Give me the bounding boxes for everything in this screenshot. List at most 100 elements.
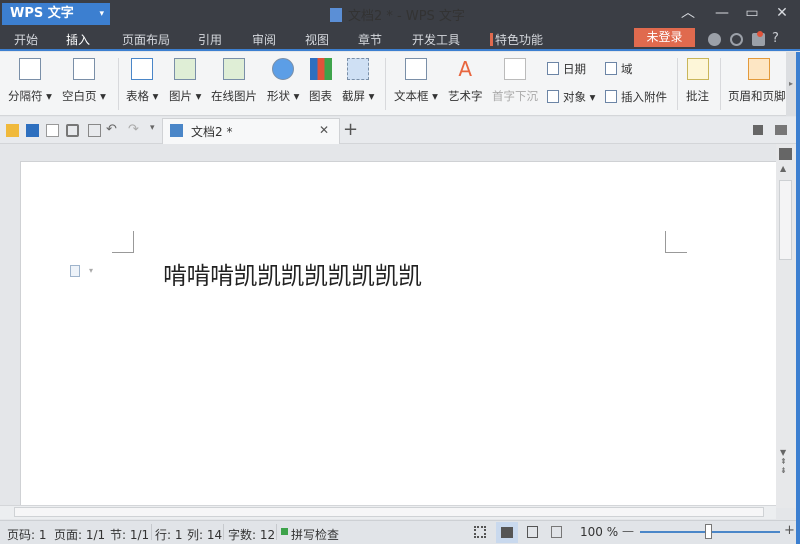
collapse-ribbon-button[interactable]: ︿ (676, 3, 700, 23)
document-tab[interactable] (162, 118, 340, 144)
status-pages[interactable]: 页面: 1/1 (54, 526, 105, 543)
label: 表格 ▾ (126, 89, 159, 103)
export-pdf-icon[interactable] (46, 124, 59, 137)
chart-button[interactable]: 图表 (309, 58, 332, 104)
comment-button[interactable]: 批注 (686, 58, 709, 104)
label: 页眉和页脚 (728, 89, 786, 103)
ribbon-scroll-right-button[interactable]: ▸ (786, 52, 796, 116)
field-button[interactable]: 域 (605, 61, 633, 77)
date-button[interactable]: 日期 (547, 61, 586, 77)
fullscreen-icon[interactable] (474, 526, 486, 538)
comment-icon (686, 58, 709, 80)
window-title: 文档2 * - WPS 文字 (330, 5, 465, 24)
sync-icon[interactable] (730, 33, 743, 46)
object-icon (547, 90, 559, 103)
status-page-number[interactable]: 页码: 1 (7, 526, 47, 543)
textbox-button[interactable]: 文本框 ▾ (394, 58, 438, 104)
document-page[interactable] (20, 161, 776, 508)
paragraph-layout-icon[interactable] (70, 265, 80, 277)
attachment-icon (605, 90, 617, 103)
tab-review[interactable]: 审阅 (252, 31, 276, 48)
label: 分隔符 ▾ (8, 89, 52, 103)
zoom-in-button[interactable]: + (784, 523, 795, 538)
outline-view-icon[interactable] (527, 526, 538, 538)
label: 图表 (309, 89, 332, 103)
online-picture-button[interactable]: 在线图片 (211, 58, 257, 104)
web-view-icon[interactable] (551, 526, 562, 538)
object-button[interactable]: 对象 ▾ (547, 89, 595, 105)
tab-insert[interactable]: 插入 (66, 31, 91, 51)
tab-references[interactable]: 引用 (198, 31, 222, 48)
screenshot-button[interactable]: 截屏 ▾ (342, 58, 374, 104)
maximize-button[interactable]: ▭ (740, 3, 764, 23)
open-icon[interactable] (6, 124, 19, 137)
close-button[interactable]: ✕ (770, 3, 794, 23)
app-menu-button[interactable]: WPS 文字 ▾ (2, 3, 110, 25)
tab-features[interactable]: 特色功能 (495, 31, 543, 48)
blank-page-button[interactable]: 空白页 ▾ (62, 58, 106, 104)
margin-corner-left (112, 231, 134, 253)
table-icon (131, 58, 154, 80)
wordart-button[interactable]: A 艺术字 (448, 58, 483, 104)
spell-check-button[interactable]: 拼写检查 (291, 526, 339, 543)
label: 图片 ▾ (169, 89, 202, 103)
print-icon[interactable] (66, 124, 79, 137)
page-view-button[interactable] (496, 522, 518, 543)
label: 在线图片 (211, 89, 257, 103)
zoom-slider-handle[interactable] (705, 524, 712, 539)
scroll-up-icon[interactable]: ▲ (780, 164, 786, 173)
zoom-level[interactable]: 100 % (580, 525, 618, 539)
save-icon[interactable] (26, 124, 39, 137)
skin-icon[interactable] (708, 33, 721, 46)
shapes-button[interactable]: 形状 ▾ (267, 58, 299, 104)
status-section[interactable]: 节: 1/1 (110, 526, 149, 543)
horizontal-scroll-thumb[interactable] (14, 507, 764, 517)
header-footer-icon (748, 58, 770, 80)
margin-corner-right (665, 231, 687, 253)
chevron-down-icon[interactable]: ▾ (89, 266, 93, 275)
picture-button[interactable]: 图片 ▾ (169, 58, 201, 104)
backup-icon[interactable] (753, 125, 763, 135)
help-button[interactable]: ? (772, 31, 779, 46)
print-preview-icon[interactable] (88, 124, 101, 137)
online-picture-icon (223, 58, 245, 80)
notification-badge (757, 31, 763, 37)
drop-cap-icon (504, 58, 526, 80)
undo-icon[interactable]: ↶ (106, 122, 117, 137)
status-row[interactable]: 行: 1 (155, 526, 183, 543)
zoom-out-button[interactable]: — (622, 524, 634, 538)
document-tab-title: 文档2 * (191, 125, 233, 139)
field-icon (605, 62, 617, 75)
vertical-scroll-thumb[interactable] (779, 180, 792, 260)
login-button[interactable]: 未登录 (634, 28, 695, 47)
document-text[interactable]: 啃啃啃凯凯凯凯凯凯凯凯 (163, 256, 422, 291)
reading-mode-icon[interactable] (779, 148, 792, 160)
divider (118, 58, 119, 110)
tab-chapter[interactable]: 章节 (358, 31, 382, 48)
divider (276, 524, 277, 540)
tab-developer[interactable]: 开发工具 (412, 31, 460, 48)
close-tab-icon[interactable]: ✕ (319, 123, 329, 137)
status-column[interactable]: 列: 14 (187, 526, 222, 543)
tab-list-icon[interactable] (775, 125, 787, 135)
customize-quick-access-icon[interactable]: ▾ (150, 123, 155, 133)
label: 形状 ▾ (267, 89, 300, 103)
insert-attachment-button[interactable]: 插入附件 (605, 89, 667, 105)
minimize-button[interactable]: — (710, 3, 734, 23)
tab-page-layout[interactable]: 页面布局 (122, 31, 170, 48)
scroll-down-icons[interactable]: ▼ ⇞ ⇟ (780, 448, 787, 475)
page-break-button[interactable]: 分隔符 ▾ (8, 58, 52, 104)
app-name: WPS 文字 (10, 6, 74, 21)
status-word-count[interactable]: 字数: 12 (228, 526, 275, 543)
new-tab-button[interactable]: + (343, 119, 358, 140)
calendar-icon (547, 62, 559, 75)
redo-icon[interactable]: ↷ (128, 122, 139, 137)
page-break-icon (18, 58, 41, 80)
tab-view[interactable]: 视图 (305, 31, 329, 48)
table-button[interactable]: 表格 ▾ (126, 58, 158, 104)
tab-home[interactable]: 开始 (14, 31, 38, 48)
label: 文本框 ▾ (394, 89, 438, 103)
label: 批注 (686, 89, 709, 103)
textbox-icon (404, 58, 427, 80)
picture-icon (174, 58, 197, 80)
